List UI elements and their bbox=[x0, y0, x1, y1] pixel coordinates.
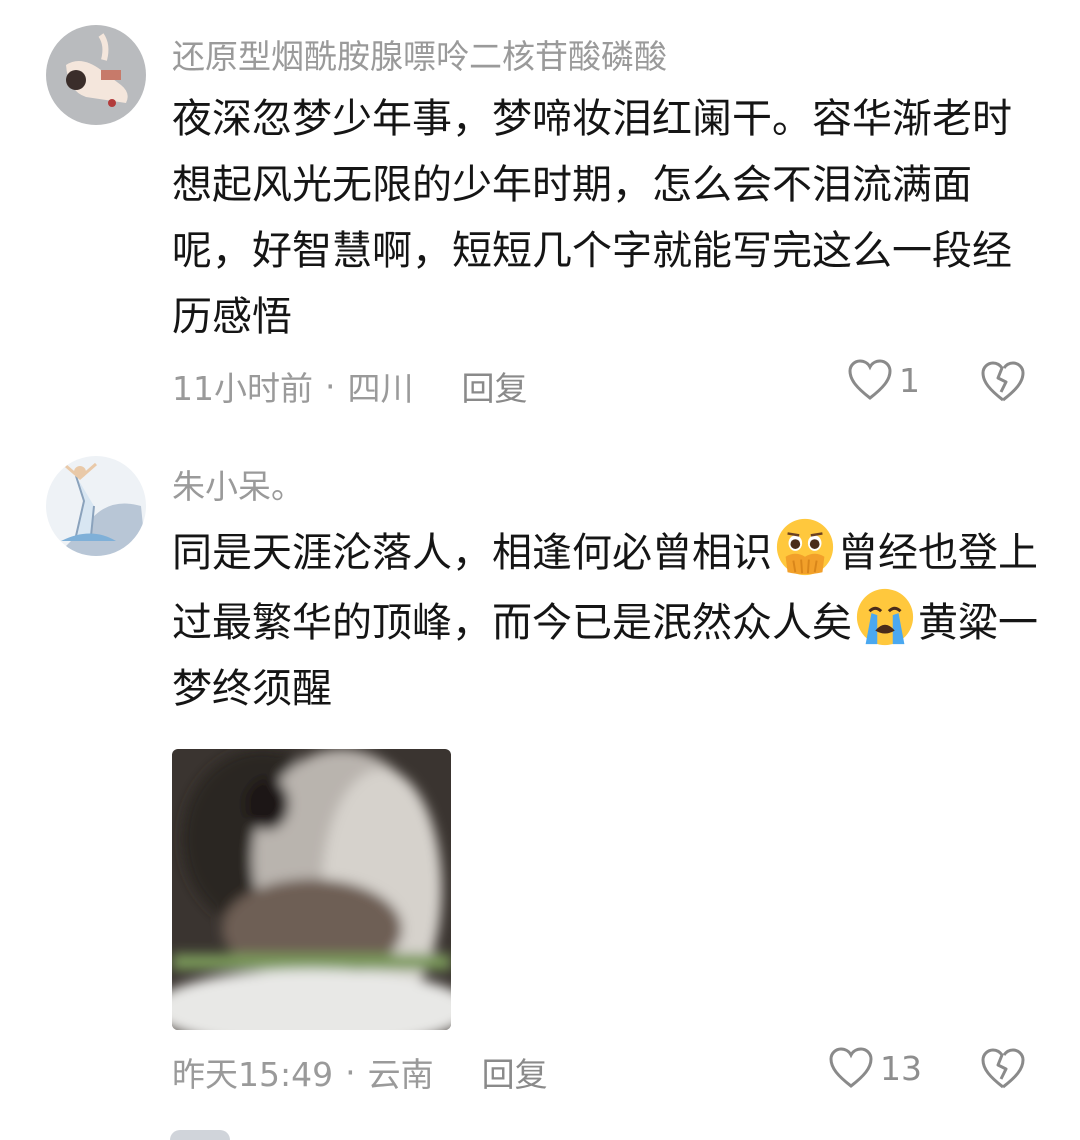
comment-time: 昨天15:49 bbox=[172, 1055, 334, 1094]
comment-1: 还原型烟酰胺腺嘌呤二核苷酸磷酸 夜深忽梦少年事，梦啼妆泪红阑干。容华渐老时想起风… bbox=[0, 0, 1080, 430]
dancer-avatar-icon bbox=[46, 456, 146, 556]
comment-username[interactable]: 还原型烟酰胺腺嘌呤二核苷酸磷酸 bbox=[172, 30, 667, 78]
reply-button[interactable]: 回复 bbox=[462, 362, 528, 410]
avatar-comment-2[interactable] bbox=[46, 456, 146, 556]
broken-heart-icon bbox=[981, 361, 1025, 402]
comment-location: 云南 bbox=[367, 1055, 434, 1094]
holding-back-tears-emoji-icon bbox=[776, 518, 834, 576]
blurry-hamster-photo-icon bbox=[172, 749, 451, 1030]
heart-icon bbox=[829, 1047, 873, 1088]
comment-text-part-1: 同是天涯沦落人，相逢何必曾相识 bbox=[172, 530, 772, 576]
loudly-crying-emoji-icon bbox=[856, 588, 914, 646]
comment-text: 同是天涯沦落人，相逢何必曾相识 曾经也登上过最繁华的顶峰，而今已是泯然众人矣 黄… bbox=[172, 516, 1052, 722]
like-button[interactable]: 13 bbox=[828, 1046, 922, 1090]
dislike-button[interactable] bbox=[980, 1047, 1026, 1095]
comment-meta: 昨天15:49 · 云南 回复 bbox=[172, 1048, 548, 1096]
broken-heart-icon bbox=[981, 1048, 1025, 1089]
next-comment-avatar bbox=[170, 1130, 230, 1140]
avatar-comment-1[interactable] bbox=[46, 25, 146, 125]
like-count: 1 bbox=[899, 360, 920, 400]
comment-meta: 11小时前 · 四川 回复 bbox=[172, 362, 528, 410]
like-count: 13 bbox=[880, 1048, 922, 1088]
comment-text: 夜深忽梦少年事，梦啼妆泪红阑干。容华渐老时想起风光无限的少年时期，怎么会不泪流满… bbox=[172, 96, 1012, 340]
girl-lying-avatar-icon bbox=[46, 25, 146, 125]
comment-2: 朱小呆。 同是天涯沦落人，相逢何必曾相识 曾经也登上过最繁华的顶峰，而今已是泯然… bbox=[0, 430, 1080, 1137]
heart-icon bbox=[848, 359, 892, 400]
meta-separator: · bbox=[325, 366, 336, 406]
like-button[interactable]: 1 bbox=[847, 358, 920, 402]
comment-photo[interactable] bbox=[172, 749, 451, 1030]
comment-location: 四川 bbox=[347, 369, 414, 408]
comment-time: 11小时前 bbox=[172, 369, 313, 408]
comment-username[interactable]: 朱小呆。 bbox=[172, 460, 304, 508]
meta-separator: · bbox=[345, 1052, 356, 1092]
reply-button[interactable]: 回复 bbox=[482, 1048, 548, 1096]
dislike-button[interactable] bbox=[980, 360, 1026, 408]
